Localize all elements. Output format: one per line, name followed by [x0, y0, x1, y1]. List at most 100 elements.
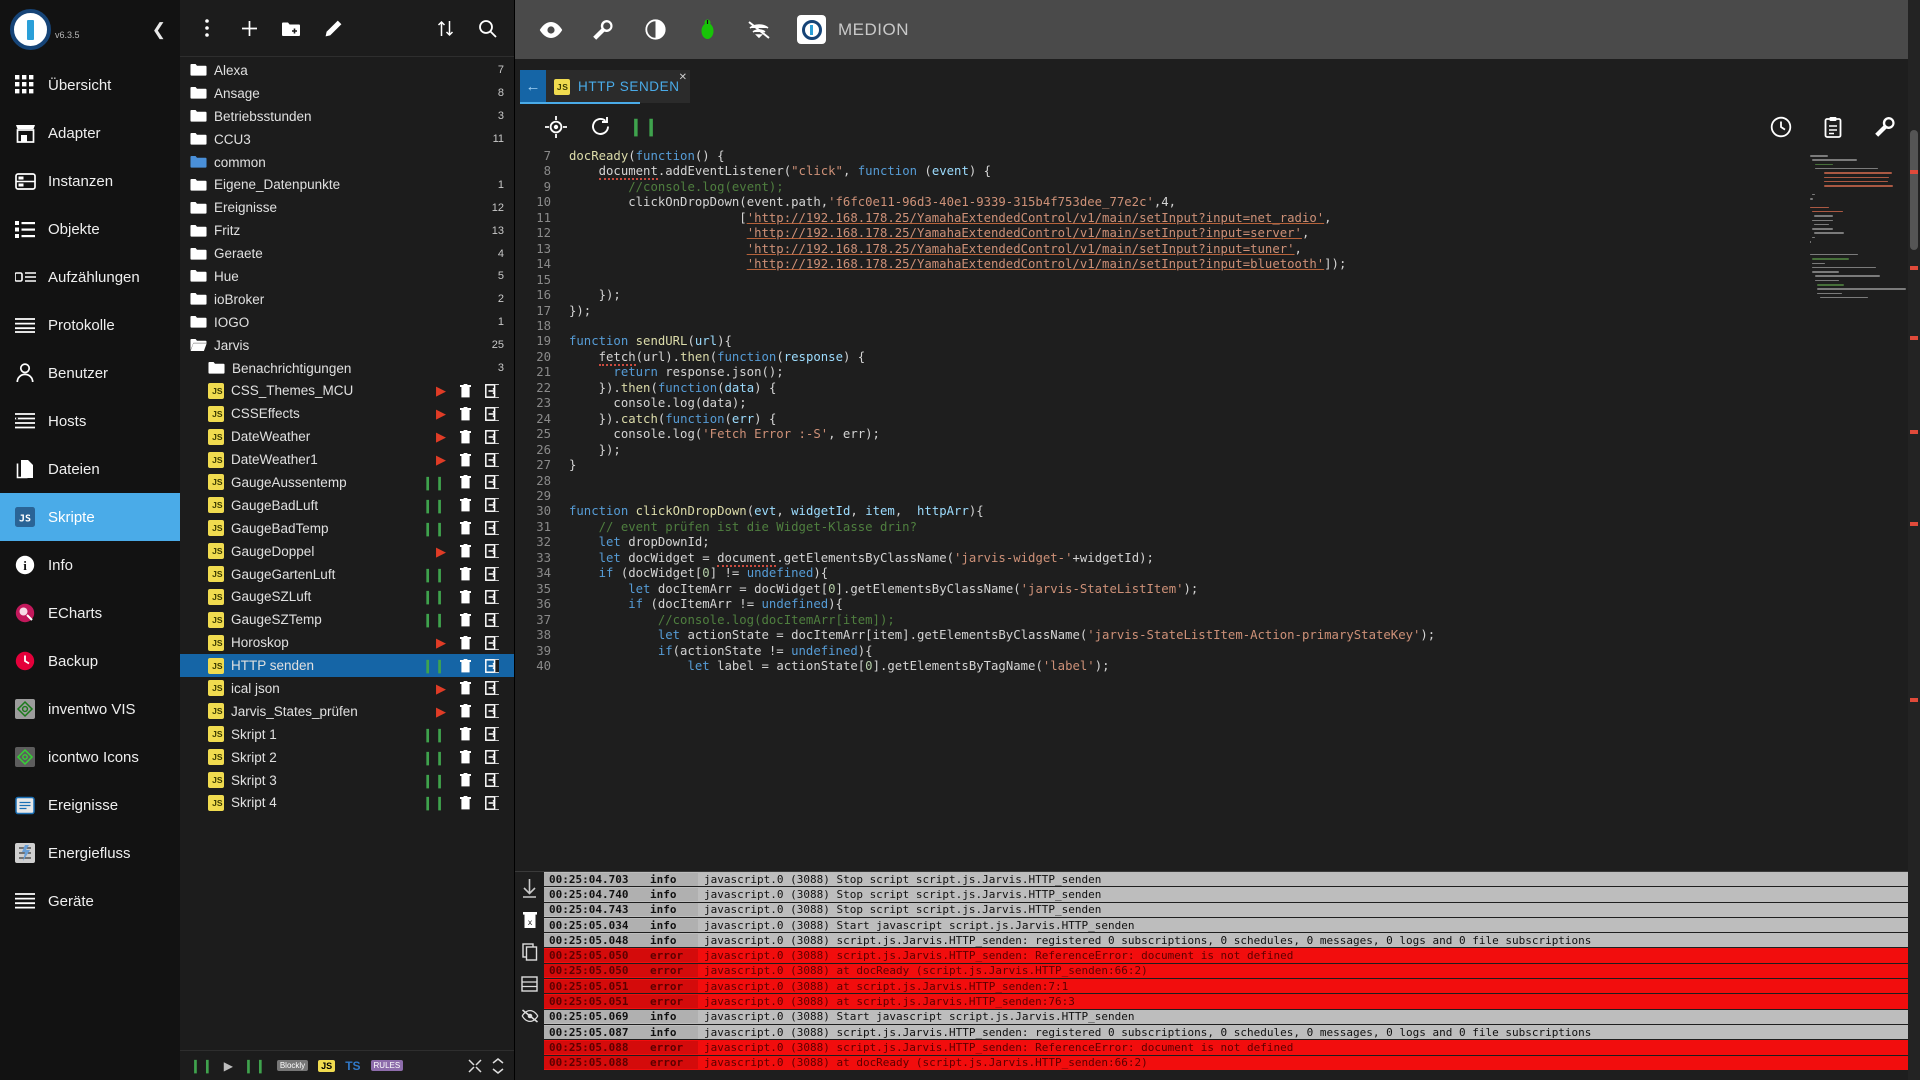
- start-script-icon[interactable]: ▶: [436, 636, 446, 649]
- tree-script-row[interactable]: JS CSSEffects ▶: [180, 402, 514, 425]
- start-script-icon[interactable]: ▶: [436, 453, 446, 466]
- tree-script-row[interactable]: JS GaugeSZTemp ❙❙: [180, 608, 514, 631]
- sidebar-item-skripte[interactable]: JS Skripte: [0, 493, 180, 541]
- log-row[interactable]: 00:25:05.088 error javascript.0 (3088) scr…: [544, 1040, 1920, 1056]
- export-script-icon[interactable]: [485, 429, 500, 444]
- sidebar-item-instanzen[interactable]: Instanzen: [0, 157, 180, 205]
- export-script-icon[interactable]: [485, 567, 500, 581]
- tree-script-row[interactable]: JS Skript 1 ❙❙: [180, 723, 514, 746]
- delete-script-icon[interactable]: [460, 383, 471, 398]
- sidebar-item-inventwo-vis[interactable]: inventwo VIS: [0, 685, 180, 733]
- export-script-icon[interactable]: [485, 658, 500, 673]
- more-vert-icon[interactable]: [188, 9, 226, 47]
- tree-script-row[interactable]: JS DateWeather1 ▶: [180, 448, 514, 471]
- export-script-icon[interactable]: [485, 452, 500, 467]
- pause-script-icon[interactable]: ❙❙: [422, 499, 446, 512]
- delete-script-icon[interactable]: [460, 498, 471, 512]
- restart-icon[interactable]: [587, 114, 613, 140]
- layout-log-icon[interactable]: [519, 973, 540, 994]
- sidebar-item-objekte[interactable]: Objekte: [0, 205, 180, 253]
- delete-script-icon[interactable]: [460, 521, 471, 535]
- contrast-icon[interactable]: [641, 16, 669, 44]
- pause-script-icon[interactable]: ❙❙: [422, 476, 446, 489]
- tree-folder-row[interactable]: IOGO 1: [180, 311, 514, 334]
- log-row[interactable]: 00:25:04.743 info javascript.0 (3088) Stop…: [544, 902, 1920, 918]
- tree-script-row[interactable]: JS GaugeGartenLuft ❙❙: [180, 563, 514, 586]
- delete-script-icon[interactable]: [460, 681, 471, 695]
- tree-script-row[interactable]: JS ical json ▶: [180, 677, 514, 700]
- delete-script-icon[interactable]: [460, 795, 471, 810]
- start-script-icon[interactable]: ▶: [436, 430, 446, 443]
- pause-script-icon[interactable]: ❙❙: [422, 751, 446, 764]
- delete-script-icon[interactable]: [460, 589, 471, 604]
- tree-folder-row[interactable]: CCU3 11: [180, 128, 514, 151]
- sidebar-item-backup[interactable]: Backup: [0, 637, 180, 685]
- sidebar-item--bersicht[interactable]: Übersicht: [0, 61, 180, 109]
- pause-script-icon[interactable]: ❙❙: [422, 796, 446, 809]
- log-row[interactable]: 00:25:05.088 error javascript.0 (3088) at …: [544, 1055, 1920, 1071]
- pause-all-icon[interactable]: ❙❙: [190, 1059, 214, 1072]
- sidebar-item-aufz-hlungen[interactable]: Aufzählungen: [0, 253, 180, 301]
- pause-script-icon[interactable]: ❙❙: [422, 728, 446, 741]
- export-script-icon[interactable]: [485, 521, 500, 536]
- scroll-down-icon[interactable]: [519, 877, 540, 898]
- delete-script-icon[interactable]: [460, 544, 471, 558]
- pause-script-icon[interactable]: ❙❙: [422, 522, 446, 535]
- window-scroll-thumb[interactable]: [1910, 130, 1918, 250]
- pause-script-icon[interactable]: ❙❙: [422, 659, 446, 672]
- pause-script-icon[interactable]: ❙❙: [422, 774, 446, 787]
- pause-script-icon[interactable]: ❙❙: [422, 613, 446, 626]
- tree-script-row[interactable]: JS HTTP senden ❙❙: [180, 654, 514, 678]
- tree-folder-row[interactable]: Ansage 8: [180, 82, 514, 105]
- add-script-icon[interactable]: [230, 9, 268, 47]
- start-script-icon[interactable]: ▶: [436, 545, 446, 558]
- tree-folder-row[interactable]: Eigene_Datenpunkte 1: [180, 173, 514, 196]
- export-script-icon[interactable]: [485, 635, 500, 650]
- sidebar-item-hosts[interactable]: Hosts: [0, 397, 180, 445]
- tree-script-row[interactable]: JS Horoskop ▶: [180, 631, 514, 654]
- tree-script-row[interactable]: JS GaugeDoppel ▶: [180, 540, 514, 563]
- log-row[interactable]: 00:25:05.048 info javascript.0 (3088) scri…: [544, 933, 1920, 949]
- export-script-icon[interactable]: [485, 704, 500, 719]
- locate-icon[interactable]: [543, 114, 569, 140]
- tree-folder-row[interactable]: Hue 5: [180, 265, 514, 288]
- edit-icon[interactable]: [314, 9, 352, 47]
- start-script-icon[interactable]: ▶: [436, 407, 446, 420]
- tree-folder-row[interactable]: Benachrichtigungen 3: [180, 357, 514, 380]
- export-script-icon[interactable]: [485, 612, 500, 627]
- tree-folder-row[interactable]: Fritz 13: [180, 219, 514, 242]
- clear-log-icon[interactable]: x: [519, 909, 540, 930]
- tree-script-row[interactable]: JS Skript 3 ❙❙: [180, 769, 514, 792]
- delete-script-icon[interactable]: [460, 635, 471, 650]
- tree-folder-row[interactable]: Geraete 4: [180, 242, 514, 265]
- window-scrollbar[interactable]: [1908, 0, 1920, 1080]
- pause-icon[interactable]: ❙❙: [629, 114, 659, 140]
- tree-folder-row[interactable]: Betriebsstunden 3: [180, 105, 514, 128]
- tree-script-row[interactable]: JS GaugeAussentemp ❙❙: [180, 471, 514, 494]
- add-folder-icon[interactable]: [272, 9, 310, 47]
- sidebar-item-dateien[interactable]: Dateien: [0, 445, 180, 493]
- pause-script-icon[interactable]: ❙❙: [422, 590, 446, 603]
- log-row[interactable]: 00:25:05.051 error javascript.0 (3088) at …: [544, 979, 1920, 995]
- code-surface[interactable]: 7 docReady(function() { 8 document.addEve…: [515, 149, 1920, 871]
- no-connection-icon[interactable]: [745, 16, 773, 44]
- delete-script-icon[interactable]: [460, 750, 471, 764]
- code-editor[interactable]: 7 docReady(function() { 8 document.addEve…: [515, 149, 1920, 871]
- delete-script-icon[interactable]: [460, 567, 471, 581]
- export-script-icon[interactable]: [485, 589, 500, 604]
- expand-icon[interactable]: [468, 1058, 482, 1073]
- delete-script-icon[interactable]: [460, 406, 471, 421]
- sidebar-item-echarts[interactable]: ECharts: [0, 589, 180, 637]
- tree-script-row[interactable]: JS Skript 4 ❙❙: [180, 792, 514, 815]
- play-all-icon[interactable]: ▶: [224, 1059, 233, 1073]
- collapse-icon[interactable]: [492, 1057, 504, 1074]
- tree-script-row[interactable]: JS GaugeSZLuft ❙❙: [180, 585, 514, 608]
- clipboard-icon[interactable]: [1820, 114, 1846, 140]
- start-script-icon[interactable]: ▶: [436, 682, 446, 695]
- wrench-icon[interactable]: [589, 16, 617, 44]
- sidebar-item-info[interactable]: i Info: [0, 541, 180, 589]
- export-script-icon[interactable]: [485, 727, 500, 742]
- pause-script-icon[interactable]: ❙❙: [422, 568, 446, 581]
- tree-script-row[interactable]: JS Skript 2 ❙❙: [180, 746, 514, 769]
- sidebar-item-icontwo-icons[interactable]: icontwo Icons: [0, 733, 180, 781]
